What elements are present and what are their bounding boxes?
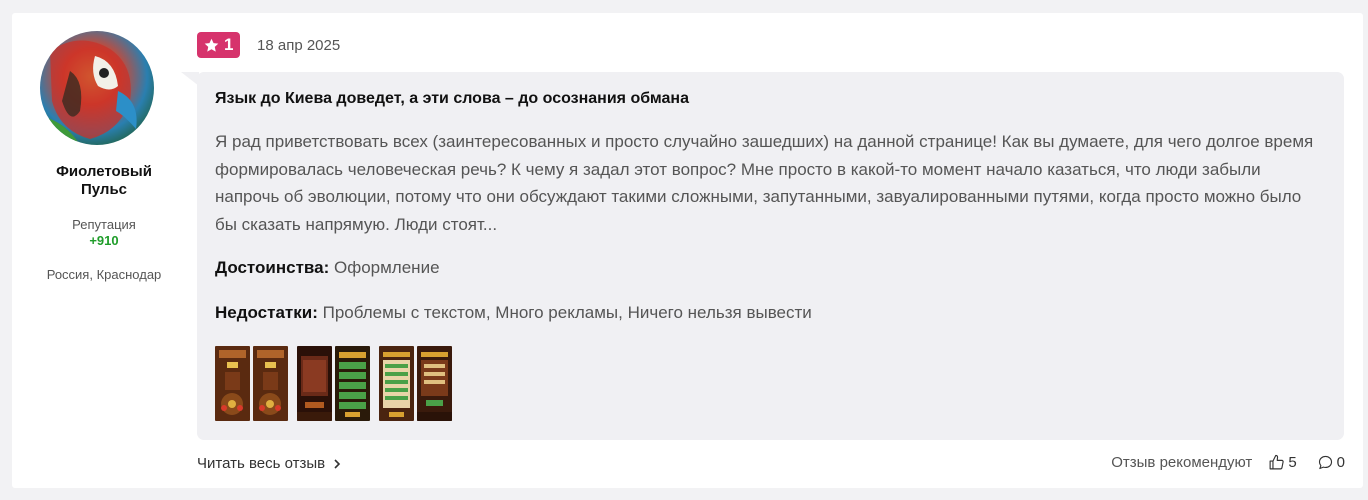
screenshot-gallery [215, 346, 452, 421]
review-title[interactable]: Язык до Киева доведет, а эти слова – до … [215, 90, 689, 108]
star-icon [204, 38, 219, 52]
pros-value: Оформление [334, 258, 440, 277]
comments-button[interactable]: 0 [1317, 454, 1345, 471]
likes-count: 5 [1288, 454, 1297, 471]
pros: Достоинства: Оформление [215, 258, 440, 278]
screenshot-thumbnail[interactable] [253, 346, 288, 421]
screenshot-thumbnail[interactable] [297, 346, 332, 421]
like-button[interactable]: 5 [1268, 454, 1297, 471]
avatar-parrot-image [40, 31, 154, 145]
recommend-label: Отзыв рекомендуют [1111, 454, 1253, 471]
screenshot-thumbnail[interactable] [215, 346, 250, 421]
rating-badge: 1 [197, 32, 241, 58]
avatar[interactable] [40, 31, 154, 145]
read-full-review-link[interactable]: Читать весь отзыв [197, 455, 341, 472]
reputation-label: Репутация [72, 217, 136, 232]
review-date: 18 апр 2025 [257, 37, 341, 54]
screenshot-thumbnail[interactable] [417, 346, 452, 421]
rating-value: 1 [224, 35, 234, 54]
cons-label: Недостатки: [215, 303, 318, 322]
chevron-right-icon [334, 458, 341, 469]
thumbs-up-icon [1269, 454, 1284, 470]
read-full-review-label: Читать весь отзыв [197, 455, 326, 472]
review-body: Язык до Киева доведет, а эти слова – до … [197, 72, 1344, 440]
review-card: Фиолетовый Пульс Репутация +910 Россия, … [12, 13, 1363, 488]
cons-value: Проблемы с текстом, Много рекламы, Ничег… [322, 303, 812, 322]
review-actions: Отзыв рекомендуют 5 0 [1111, 454, 1345, 471]
reputation-value: +910 [89, 233, 119, 248]
screenshot-thumbnail[interactable] [335, 346, 370, 421]
user-name[interactable]: Фиолетовый Пульс [20, 163, 188, 199]
user-location: Россия, Краснодар [46, 267, 162, 282]
user-name-line1: Фиолетовый [56, 163, 152, 180]
comment-icon [1318, 455, 1332, 470]
screenshot-thumbnail[interactable] [379, 346, 414, 421]
user-name-line2: Пульс [80, 181, 128, 198]
pros-label: Достоинства: [215, 258, 330, 277]
comments-count: 0 [1336, 454, 1345, 471]
review-text: Я рад приветствовать всех (заинтересован… [215, 132, 1314, 234]
cons: Недостатки: Проблемы с текстом, Много ре… [215, 303, 812, 323]
